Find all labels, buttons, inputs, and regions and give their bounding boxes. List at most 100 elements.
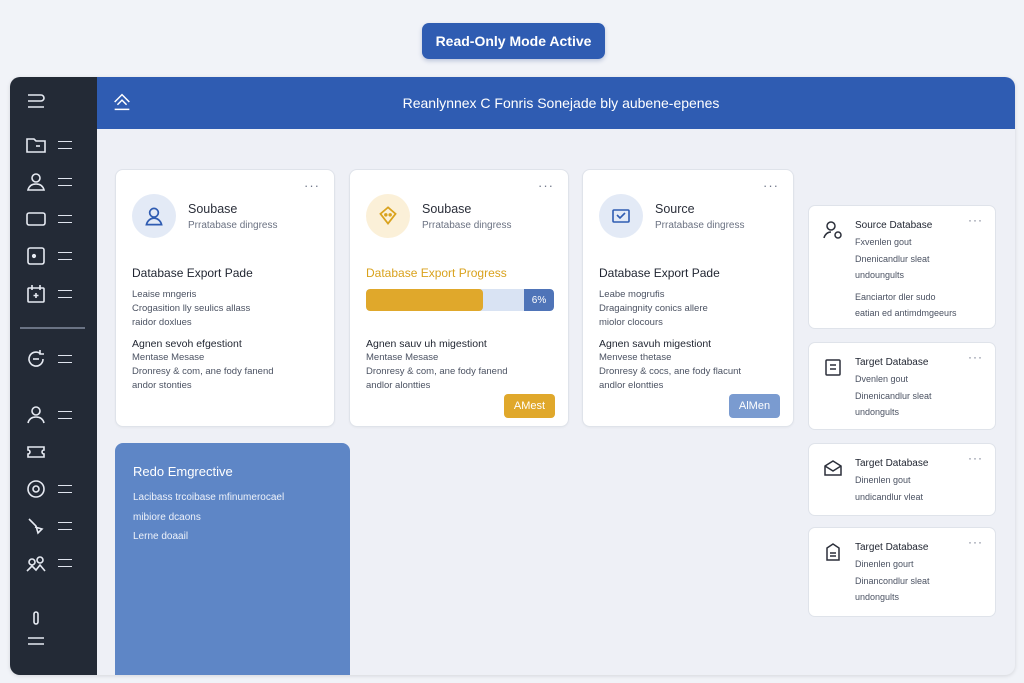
card-line: Dinancondlur sleat	[855, 576, 930, 586]
card-line: eatian ed antimdmgeeurs	[855, 308, 957, 318]
card-title: Target Database	[855, 542, 929, 553]
sidebar-item-collapse[interactable]	[24, 629, 48, 653]
progress-fill	[366, 289, 483, 311]
card-section-line: andlor elontties	[599, 380, 664, 391]
card-title: Source Database	[855, 220, 933, 231]
card-line: Dinenlen gout	[855, 475, 911, 485]
card-line: Dinenlen gourt	[855, 559, 914, 569]
card-name: Soubase	[188, 202, 238, 216]
tool-icon	[28, 518, 44, 535]
hamburger-icon	[28, 637, 44, 645]
card-line: Dragaingnity conics allere	[599, 303, 708, 314]
monitor-icon	[26, 212, 46, 226]
user-icon	[26, 173, 46, 191]
more-options-icon[interactable]: ···	[763, 178, 779, 193]
sidebar-item-menu[interactable]	[24, 89, 48, 113]
card-name: Source	[655, 202, 695, 216]
sidebar	[10, 77, 97, 675]
more-options-icon[interactable]: ···	[968, 535, 983, 549]
app-window: Reanlynnex C Fonris Sonejade bly aubene-…	[10, 77, 1015, 675]
calendar-icon	[27, 285, 45, 303]
card-name: Soubase	[422, 202, 472, 216]
card-subtitle: Prratabase dingress	[422, 220, 512, 231]
card-line: Dinenicandlur sleat	[855, 391, 932, 401]
card-subtitle: Prratabase dingress	[188, 220, 278, 231]
card-action-button[interactable]: AMest	[504, 394, 555, 418]
card-section-line: andor stonties	[132, 380, 192, 391]
sidebar-item-media[interactable]	[24, 244, 72, 268]
card-line: miolor clocours	[599, 317, 663, 328]
sidebar-item-support[interactable]	[24, 477, 72, 501]
sidebar-item-mobile[interactable]	[24, 607, 48, 631]
card-heading: Database Export Progress	[366, 266, 507, 280]
sidebar-item-team[interactable]	[24, 551, 72, 575]
more-options-icon[interactable]: ···	[968, 451, 983, 465]
user-avatar	[132, 194, 176, 238]
source-card-3[interactable]: ··· Source Prratabase dingress Database …	[582, 169, 794, 427]
more-options-icon[interactable]: ···	[538, 178, 554, 193]
sidebar-item-profile[interactable]	[24, 403, 72, 427]
image-icon	[27, 247, 45, 265]
target-database-card-2[interactable]: ··· Target Database Dinenlen gout undica…	[808, 443, 996, 516]
export-progress-bar: 6%	[366, 289, 554, 311]
header-bar: Reanlynnex C Fonris Sonejade bly aubene-…	[97, 77, 1015, 129]
card-section-line: Dronresy & com, ane fody fanend	[366, 366, 508, 377]
support-icon	[27, 480, 45, 498]
card-line: Dnenicandlur sleat	[855, 254, 930, 264]
card-title: Target Database	[855, 357, 929, 368]
sidebar-item-screens[interactable]	[24, 207, 72, 231]
sidebar-item-folders[interactable]	[24, 133, 72, 157]
database-icon	[379, 206, 397, 225]
more-options-icon[interactable]: ···	[304, 178, 320, 193]
sidebar-item-sync[interactable]	[24, 347, 72, 371]
sidebar-item-tools[interactable]	[24, 514, 72, 538]
card-line: undicandlur vleat	[855, 492, 924, 502]
redo-panel: Redo Emgrective Lacibass trcoibase mfinu…	[115, 443, 350, 675]
card-subtitle: Prratabase dingress	[655, 220, 745, 231]
sidebar-item-users[interactable]	[24, 170, 72, 194]
target-database-card-1[interactable]: ··· Target Database Dvenlen gout Dinenic…	[808, 342, 996, 430]
card-section-line: Menvese thetase	[599, 352, 672, 363]
clipboard-icon	[826, 543, 840, 561]
panel-title: Redo Emgrective	[133, 464, 233, 479]
card-line: raidor doxlues	[132, 317, 192, 328]
mail-avatar	[599, 194, 643, 238]
source-database-card[interactable]: ··· Source Database Fxvenlen gout Dnenic…	[808, 205, 996, 329]
card-title: Target Database	[855, 458, 929, 469]
card-heading: Database Export Pade	[599, 266, 720, 280]
card-section-line: andlor alontties	[366, 380, 431, 391]
panel-line: mibiore dcaons	[133, 512, 201, 523]
read-only-mode-button[interactable]: Read-Only Mode Active	[422, 23, 605, 59]
card-line: undongults	[855, 407, 900, 417]
card-line: Eanciartor dler sudo	[855, 292, 936, 302]
sidebar-divider	[20, 327, 85, 329]
sidebar-item-tickets[interactable]	[24, 440, 48, 464]
source-card-2[interactable]: ··· Soubase Prratabase dingress Database…	[349, 169, 569, 427]
database-avatar	[366, 194, 410, 238]
more-options-icon[interactable]: ···	[968, 213, 983, 227]
target-database-card-3[interactable]: ··· Target Database Dinenlen gourt Dinan…	[808, 527, 996, 617]
more-options-icon[interactable]: ···	[968, 350, 983, 364]
card-line: undoungults	[855, 270, 905, 280]
mail-icon	[612, 209, 630, 223]
people-icon	[26, 556, 46, 572]
ticket-icon	[27, 446, 45, 458]
refresh-icon	[28, 350, 44, 367]
card-section-title: Agnen sevoh efgestiont	[132, 338, 242, 350]
card-heading: Database Export Pade	[132, 266, 253, 280]
user-icon	[145, 207, 163, 226]
card-section-line: Mentase Mesase	[366, 352, 439, 363]
card-line: Crogasition lly seulics allass	[132, 303, 251, 314]
card-action-button[interactable]: AlMen	[729, 394, 780, 418]
folder-icon	[26, 138, 46, 153]
card-section-line: Dronresy & com, ane fody fanend	[132, 366, 274, 377]
card-line: undongults	[855, 592, 900, 602]
panel-line: Lerne doaail	[133, 531, 189, 542]
card-section-line: Mentase Mesase	[132, 352, 205, 363]
page-title: Reanlynnex C Fonris Sonejade bly aubene-…	[402, 95, 720, 111]
source-card-1[interactable]: ··· Soubase Prratabase dingress Database…	[115, 169, 335, 427]
sidebar-item-calendar[interactable]	[24, 282, 72, 306]
card-line: Fxvenlen gout	[855, 237, 912, 247]
panel-line: Lacibass trcoibase mfinumerocael	[133, 492, 285, 503]
profile-icon	[27, 406, 45, 424]
